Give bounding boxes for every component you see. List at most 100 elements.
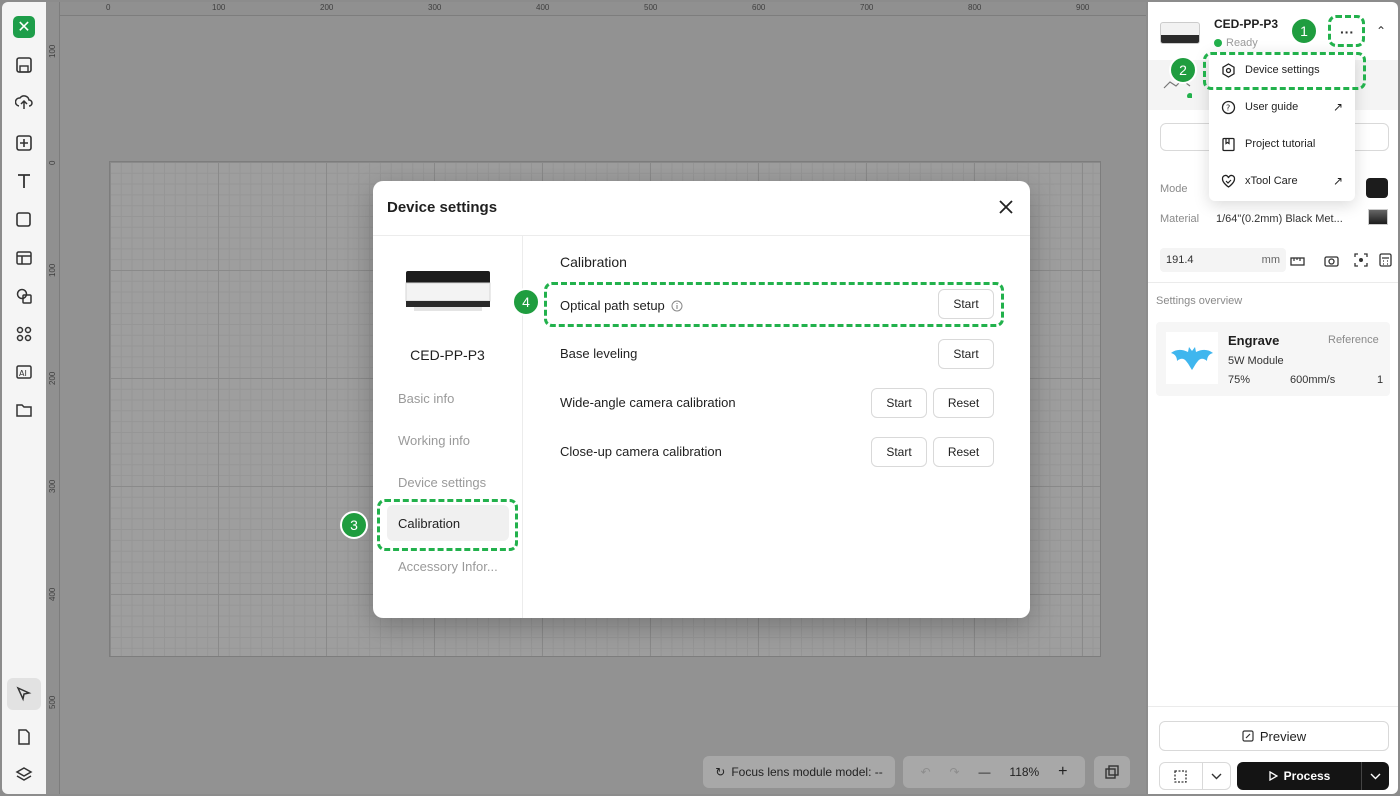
device-name: CED-PP-P3 [1214, 17, 1279, 31]
add-icon[interactable] [12, 131, 36, 155]
device-status: Ready [1214, 37, 1258, 49]
wide-angle-row: Wide-angle camera calibration [560, 395, 736, 410]
wide-angle-label: Wide-angle camera calibration [560, 395, 736, 410]
material-value[interactable]: 1/64"(0.2mm) Black Met... [1216, 213, 1343, 225]
optical-path-row: Optical path setup [560, 298, 683, 313]
ruler-left-label: 400 [48, 587, 57, 601]
base-leveling-start-button[interactable]: Start [938, 339, 994, 369]
focus-lens-label: Focus lens module model: -- [731, 765, 883, 779]
calculator-icon[interactable] [1377, 252, 1393, 268]
folder-icon[interactable] [12, 398, 36, 422]
layer-card[interactable]: Engrave Reference 5W Module 75% 600mm/s … [1156, 322, 1390, 396]
ruler-left-label: 100 [48, 44, 57, 58]
focus-lens-indicator[interactable]: ↻ Focus lens module model: -- [703, 756, 895, 788]
frame-button[interactable] [1159, 762, 1231, 790]
chevron-down-icon [1211, 773, 1222, 780]
menu-item-xtool-care[interactable]: xTool Care ↗ [1209, 163, 1355, 199]
nav-calibration[interactable]: Calibration [387, 505, 509, 541]
redo-icon[interactable]: ↷ [949, 765, 959, 779]
info-icon[interactable] [671, 300, 683, 312]
grid-icon[interactable] [12, 322, 36, 346]
calibration-title: Calibration [560, 254, 627, 270]
ruler-top-label: 900 [1076, 3, 1090, 12]
ruler-top-label: 400 [536, 3, 550, 12]
menu-item-device-settings[interactable]: Device settings [1209, 52, 1355, 88]
zoom-level: 118% [1009, 765, 1040, 779]
ruler-left-label: 0 [48, 160, 57, 165]
mode-label: Mode [1160, 183, 1188, 195]
close-up-reset-button[interactable]: Reset [933, 437, 994, 467]
modal-device-name: CED-PP-P3 [410, 347, 485, 363]
more-options-button[interactable]: ··· [1332, 19, 1362, 45]
device-status-text: Ready [1226, 37, 1258, 49]
base-leveling-row: Base leveling [560, 346, 637, 361]
nav-device-settings[interactable]: Device settings [387, 464, 509, 500]
modal-header-divider [373, 235, 1030, 236]
frame-icon [1174, 770, 1187, 783]
layer-reference[interactable]: Reference [1328, 334, 1379, 346]
layer-module: 5W Module [1228, 355, 1284, 367]
optical-path-start-button[interactable]: Start [938, 289, 994, 319]
ruler-top-label: 500 [644, 3, 658, 12]
preview-label: Preview [1259, 728, 1307, 744]
combine-icon[interactable] [12, 284, 36, 308]
layer-passes: 1 [1377, 374, 1384, 386]
svg-text:?: ? [1226, 103, 1230, 112]
select-icon[interactable] [12, 682, 36, 706]
upload-icon[interactable] [12, 90, 36, 114]
preview-icon [1242, 730, 1254, 742]
preview-button[interactable]: Preview [1159, 721, 1389, 751]
nav-basic-info[interactable]: Basic info [387, 380, 509, 416]
material-swatch[interactable] [1368, 209, 1388, 225]
menu-item-project-tutorial[interactable]: Project tutorial [1209, 126, 1355, 162]
measure-icon[interactable] [1289, 252, 1305, 268]
thickness-input[interactable]: 191.4 mm [1160, 248, 1286, 272]
focus-icon[interactable] [1353, 252, 1369, 268]
menu-item-user-guide[interactable]: ? User guide ↗ [1209, 89, 1355, 125]
process-dropdown[interactable] [1361, 762, 1389, 790]
close-up-start-button[interactable]: Start [871, 437, 927, 467]
process-button[interactable]: Process [1237, 762, 1389, 790]
chevron-up-icon[interactable]: ⌃ [1376, 24, 1390, 38]
ruler-left-label: 100 [48, 263, 57, 277]
ruler-left-label: 200 [48, 371, 57, 385]
bat-icon [1171, 347, 1213, 370]
svg-text:AI: AI [19, 369, 27, 378]
device-thumbnail [1160, 22, 1200, 44]
step-badge: 3 [340, 511, 368, 539]
shape-icon[interactable] [12, 208, 36, 232]
undo-icon[interactable]: ↶ [920, 765, 930, 779]
laser-mode-icon[interactable] [1366, 178, 1388, 198]
close-icon[interactable] [997, 198, 1015, 216]
layout-icon[interactable] [12, 246, 36, 270]
ai-text-icon[interactable]: AI [12, 360, 36, 384]
nav-working-info[interactable]: Working info [387, 422, 509, 458]
step-badge: 1 [1290, 17, 1318, 45]
device-settings-modal: Device settings CED-PP-P3 Basic info Wor… [373, 181, 1030, 618]
menu-item-label: Device settings [1245, 64, 1320, 76]
wide-angle-reset-button[interactable]: Reset [933, 388, 994, 418]
camera-icon[interactable] [1323, 252, 1339, 268]
close-up-label: Close-up camera calibration [560, 444, 722, 459]
more-options-menu: Device settings ? User guide ↗ Project t… [1209, 52, 1355, 201]
zoom-in-button[interactable]: + [1058, 763, 1067, 781]
settings-overview-title: Settings overview [1156, 295, 1243, 307]
wide-angle-start-button[interactable]: Start [871, 388, 927, 418]
layers-icon[interactable] [12, 763, 36, 787]
ruler-left-label: 500 [48, 695, 57, 709]
nav-accessory-info[interactable]: Accessory Infor... [387, 548, 509, 584]
ruler-left: 100 0 100 200 300 400 500 [46, 2, 60, 794]
modal-title: Device settings [387, 199, 498, 216]
zoom-out-button[interactable]: — [978, 765, 990, 779]
text-icon[interactable] [12, 169, 36, 193]
ruler-left-label: 300 [48, 479, 57, 493]
layer-speed: 600mm/s [1290, 374, 1336, 386]
left-toolbar: ✕ AI [2, 2, 46, 794]
menu-item-label: xTool Care [1245, 175, 1298, 187]
save-icon[interactable] [12, 53, 36, 77]
app-logo[interactable]: ✕ [13, 16, 35, 38]
layer-power: 75% [1228, 374, 1251, 386]
document-icon[interactable] [12, 725, 36, 749]
layers-toggle-button[interactable] [1094, 756, 1130, 788]
thickness-value: 191.4 [1166, 254, 1194, 266]
